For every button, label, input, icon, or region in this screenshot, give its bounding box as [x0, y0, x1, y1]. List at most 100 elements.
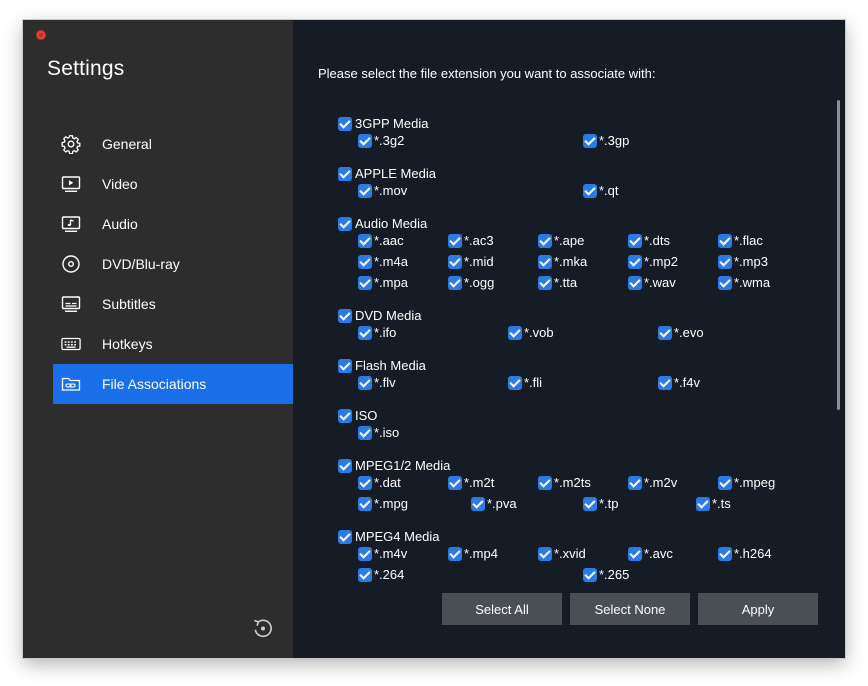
ext-checkbox[interactable]: *.mp2 [628, 254, 678, 269]
checkbox[interactable] [338, 408, 352, 423]
checkbox[interactable] [718, 546, 732, 561]
ext-checkbox[interactable]: *.mka [538, 254, 587, 269]
ext-checkbox[interactable]: *.evo [658, 325, 704, 340]
checkbox[interactable] [583, 567, 597, 582]
checkbox[interactable] [583, 496, 597, 511]
checkbox[interactable] [696, 496, 710, 511]
sidebar-item-dvd-bluray[interactable]: DVD/Blu-ray [53, 244, 293, 284]
ext-checkbox[interactable]: *.fli [508, 375, 542, 390]
checkbox[interactable] [628, 233, 642, 248]
sidebar-item-general[interactable]: General [53, 124, 293, 164]
checkbox[interactable] [338, 308, 352, 323]
ext-checkbox[interactable]: *.tta [538, 275, 577, 290]
apply-button[interactable]: Apply [698, 593, 818, 625]
category-mpeg4-media[interactable]: MPEG4 Media [338, 529, 440, 544]
ext-checkbox[interactable]: *.m4v [358, 546, 407, 561]
ext-checkbox[interactable]: *.avc [628, 546, 673, 561]
checkbox[interactable] [628, 254, 642, 269]
ext-checkbox[interactable]: *.mid [448, 254, 494, 269]
category-3gpp-media[interactable]: 3GPP Media [338, 116, 428, 131]
category-iso[interactable]: ISO [338, 408, 377, 423]
sidebar-item-video[interactable]: Video [53, 164, 293, 204]
ext-checkbox[interactable]: *.m2t [448, 475, 494, 490]
ext-checkbox[interactable]: *.vob [508, 325, 554, 340]
checkbox[interactable] [358, 183, 372, 198]
checkbox[interactable] [583, 133, 597, 148]
ext-checkbox[interactable]: *.qt [583, 183, 619, 198]
category-apple-media[interactable]: APPLE Media [338, 166, 436, 181]
checkbox[interactable] [538, 546, 552, 561]
ext-checkbox[interactable]: *.ifo [358, 325, 396, 340]
checkbox[interactable] [628, 546, 642, 561]
category-mpeg12-media[interactable]: MPEG1/2 Media [338, 458, 450, 473]
checkbox[interactable] [338, 358, 352, 373]
checkbox[interactable] [338, 529, 352, 544]
checkbox[interactable] [338, 216, 352, 231]
ext-checkbox[interactable]: *.flac [718, 233, 763, 248]
ext-checkbox[interactable]: *.3gp [583, 133, 629, 148]
ext-checkbox[interactable]: *.m2ts [538, 475, 591, 490]
checkbox[interactable] [448, 254, 462, 269]
sidebar-item-audio[interactable]: Audio [53, 204, 293, 244]
checkbox[interactable] [338, 458, 352, 473]
sidebar-item-file-associations[interactable]: File Associations [53, 364, 293, 404]
checkbox[interactable] [448, 546, 462, 561]
ext-checkbox[interactable]: *.ac3 [448, 233, 494, 248]
checkbox[interactable] [538, 254, 552, 269]
ext-checkbox[interactable]: *.ape [538, 233, 584, 248]
checkbox[interactable] [718, 254, 732, 269]
ext-checkbox[interactable]: *.m2v [628, 475, 677, 490]
checkbox[interactable] [358, 233, 372, 248]
select-none-button[interactable]: Select None [570, 593, 690, 625]
checkbox[interactable] [358, 254, 372, 269]
ext-checkbox[interactable]: *.264 [358, 567, 404, 582]
checkbox[interactable] [358, 475, 372, 490]
checkbox[interactable] [628, 475, 642, 490]
checkbox[interactable] [538, 233, 552, 248]
checkbox[interactable] [358, 546, 372, 561]
checkbox[interactable] [338, 116, 352, 131]
ext-checkbox[interactable]: *.flv [358, 375, 396, 390]
checkbox[interactable] [508, 375, 522, 390]
select-all-button[interactable]: Select All [442, 593, 562, 625]
ext-checkbox[interactable]: *.mp3 [718, 254, 768, 269]
close-window-button[interactable] [36, 30, 46, 40]
category-flash-media[interactable]: Flash Media [338, 358, 426, 373]
ext-checkbox[interactable]: *.dts [628, 233, 670, 248]
checkbox[interactable] [338, 166, 352, 181]
checkbox[interactable] [583, 183, 597, 198]
ext-checkbox[interactable]: *.pva [471, 496, 517, 511]
ext-checkbox[interactable]: *.mpg [358, 496, 408, 511]
ext-checkbox[interactable]: *.ts [696, 496, 731, 511]
sidebar-item-hotkeys[interactable]: Hotkeys [53, 324, 293, 364]
checkbox[interactable] [471, 496, 485, 511]
checkbox[interactable] [358, 133, 372, 148]
checkbox[interactable] [718, 475, 732, 490]
checkbox[interactable] [448, 475, 462, 490]
checkbox[interactable] [658, 325, 672, 340]
ext-checkbox[interactable]: *.265 [583, 567, 629, 582]
checkbox[interactable] [448, 233, 462, 248]
ext-checkbox[interactable]: *.mpeg [718, 475, 775, 490]
checkbox[interactable] [628, 275, 642, 290]
ext-checkbox[interactable]: *.m4a [358, 254, 408, 269]
ext-checkbox[interactable]: *.dat [358, 475, 401, 490]
ext-checkbox[interactable]: *.mp4 [448, 546, 498, 561]
ext-checkbox[interactable]: *.tp [583, 496, 619, 511]
reset-icon[interactable] [252, 617, 274, 639]
category-audio-media[interactable]: Audio Media [338, 216, 427, 231]
ext-checkbox[interactable]: *.aac [358, 233, 404, 248]
checkbox[interactable] [508, 325, 522, 340]
checkbox[interactable] [658, 375, 672, 390]
ext-checkbox[interactable]: *.mov [358, 183, 407, 198]
checkbox[interactable] [448, 275, 462, 290]
ext-checkbox[interactable]: *.iso [358, 425, 399, 440]
checkbox[interactable] [358, 375, 372, 390]
scrollbar[interactable] [837, 100, 840, 410]
sidebar-item-subtitles[interactable]: Subtitles [53, 284, 293, 324]
checkbox[interactable] [718, 233, 732, 248]
checkbox[interactable] [358, 425, 372, 440]
checkbox[interactable] [358, 325, 372, 340]
ext-checkbox[interactable]: *.ogg [448, 275, 494, 290]
checkbox[interactable] [358, 275, 372, 290]
